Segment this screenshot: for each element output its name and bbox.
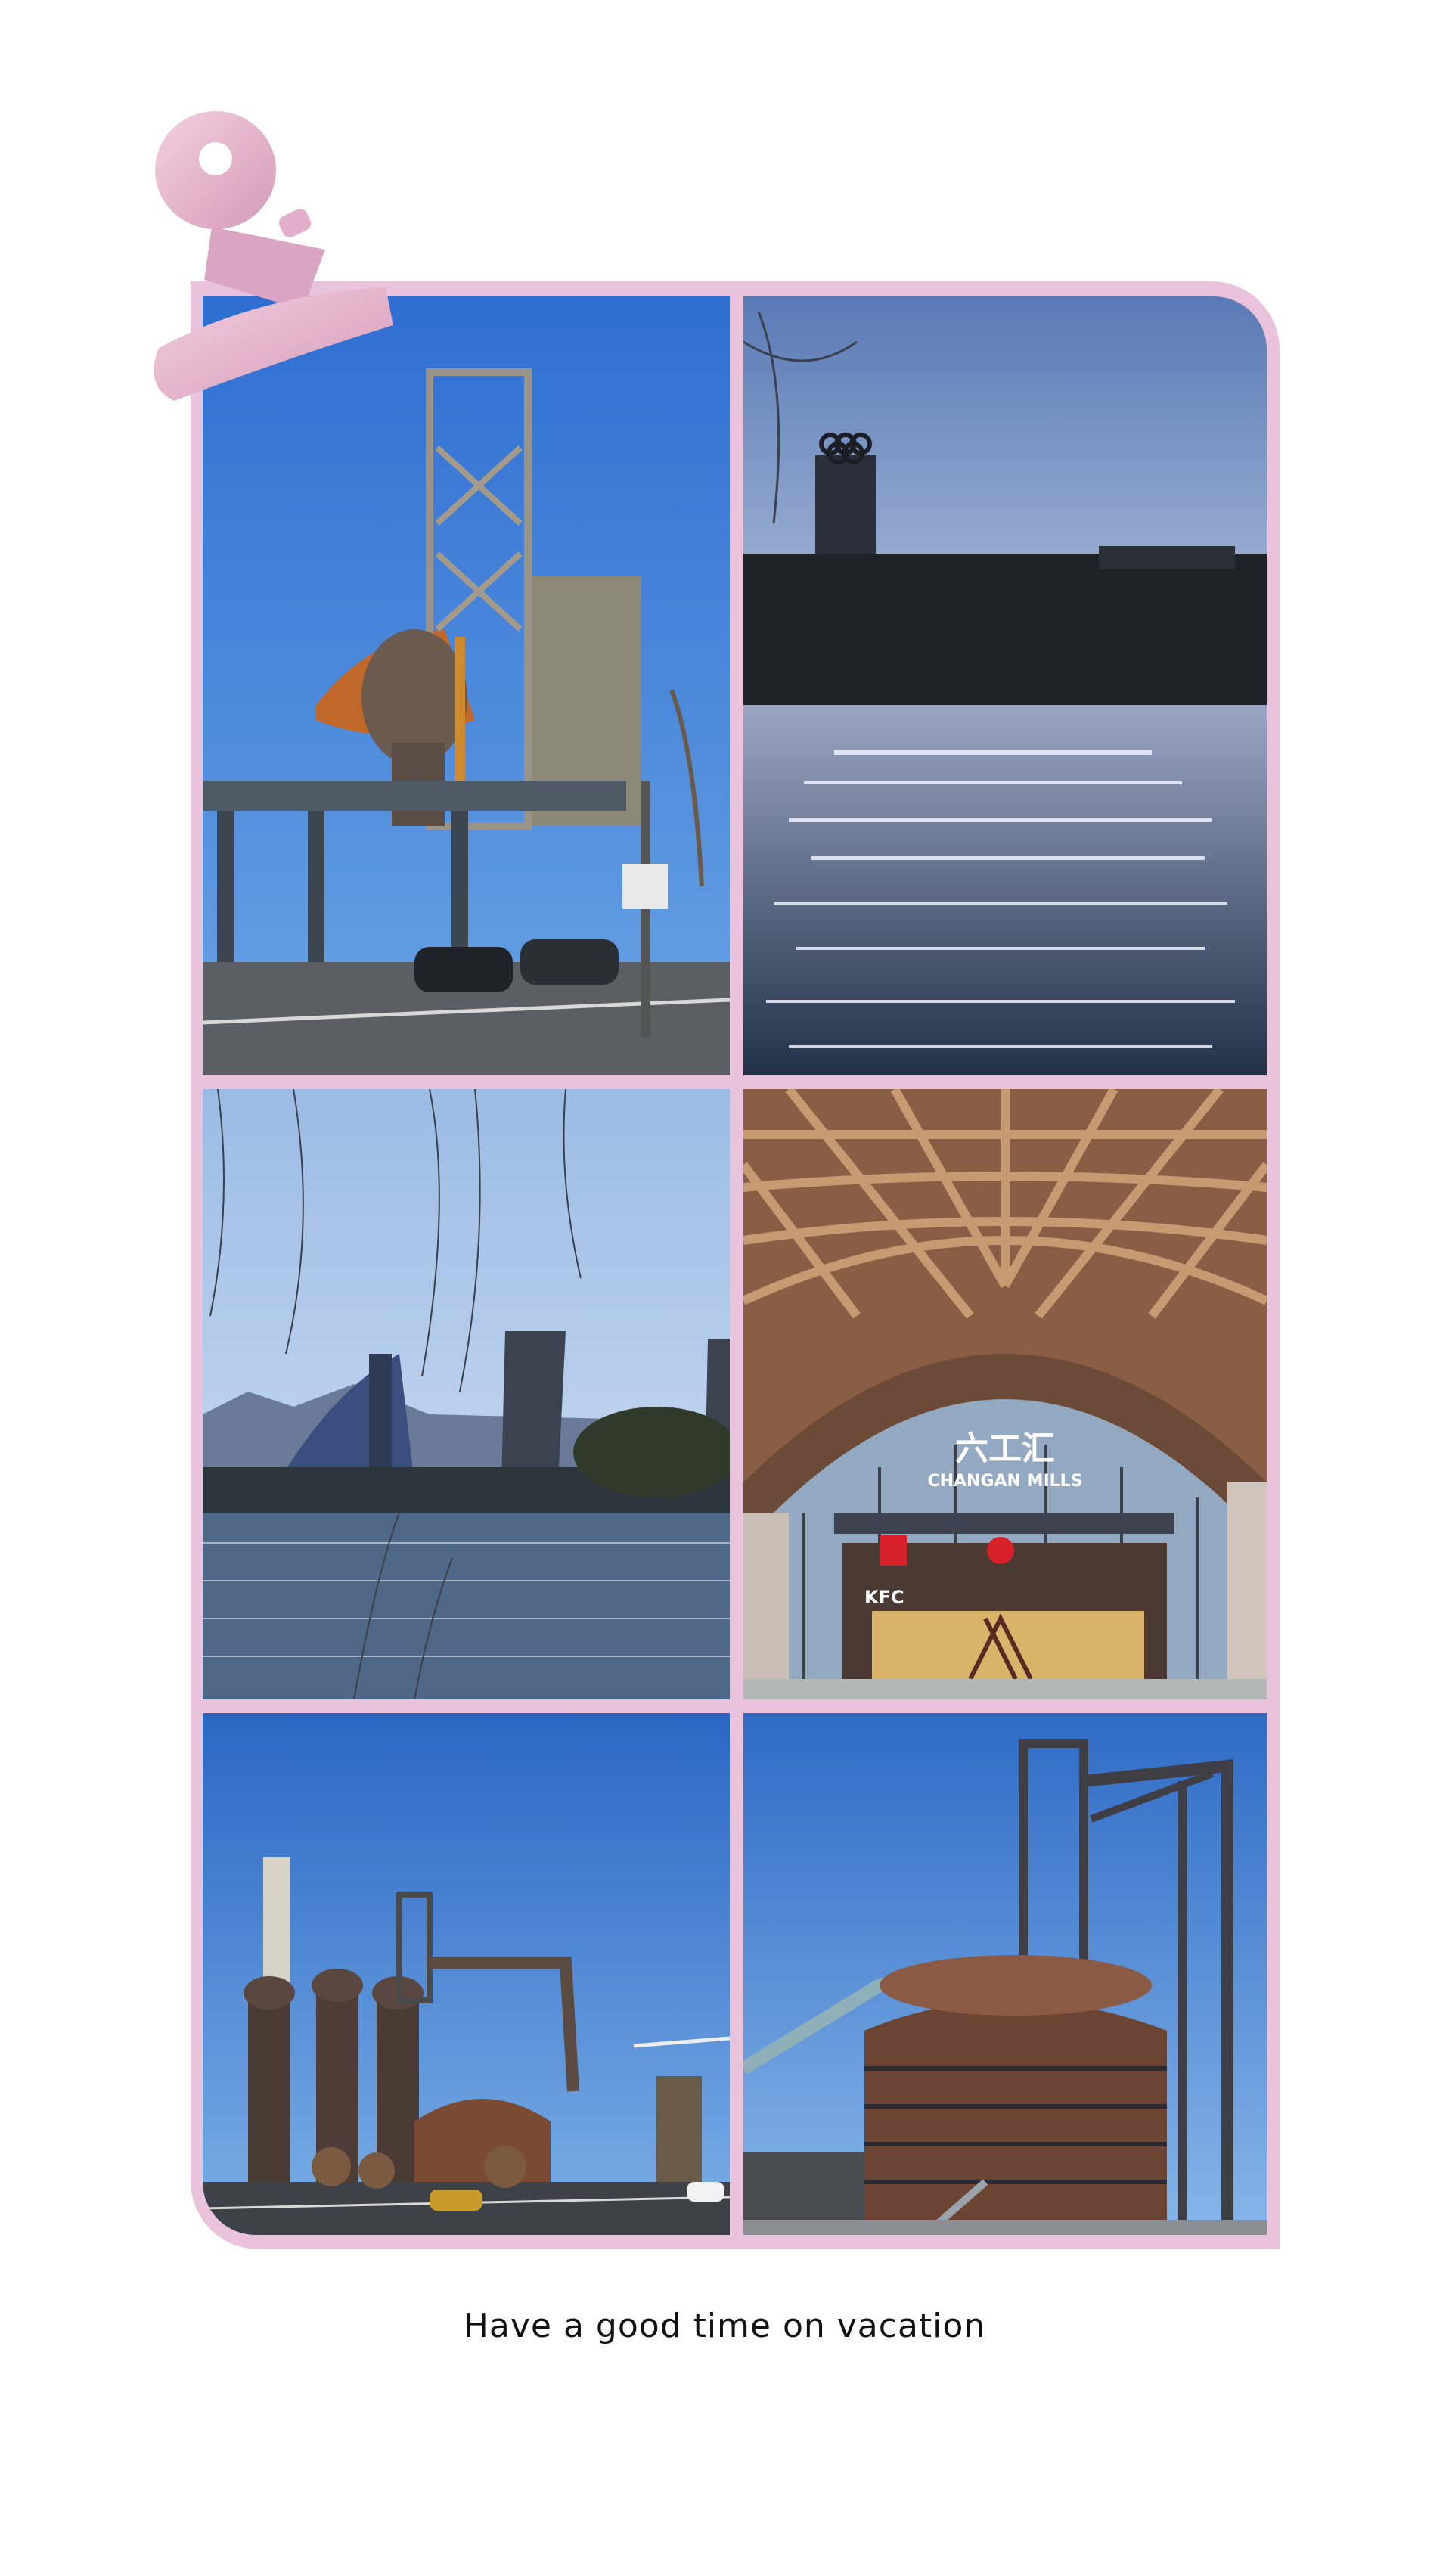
mall-name-en: CHANGAN MILLS (927, 1472, 1082, 1491)
photo-round-furnace-building[interactable] (743, 1713, 1267, 2235)
photo-blast-furnace[interactable] (203, 296, 730, 1075)
mall-name-cn: 六工汇 (955, 1429, 1055, 1468)
caption-text: Have a good time on vacation (463, 2307, 986, 2345)
photo-wooden-hall-entrance[interactable]: 六工汇 CHANGAN MILLS KFC (743, 1089, 1267, 1699)
binder-clip-icon (154, 111, 394, 401)
kfc-sign: KFC (864, 1587, 904, 1608)
photo-cooling-towers-river[interactable] (203, 1089, 730, 1699)
photo-furnaces-street[interactable] (203, 1713, 730, 2235)
photo-lake-olympic-tower[interactable] (743, 296, 1267, 1075)
